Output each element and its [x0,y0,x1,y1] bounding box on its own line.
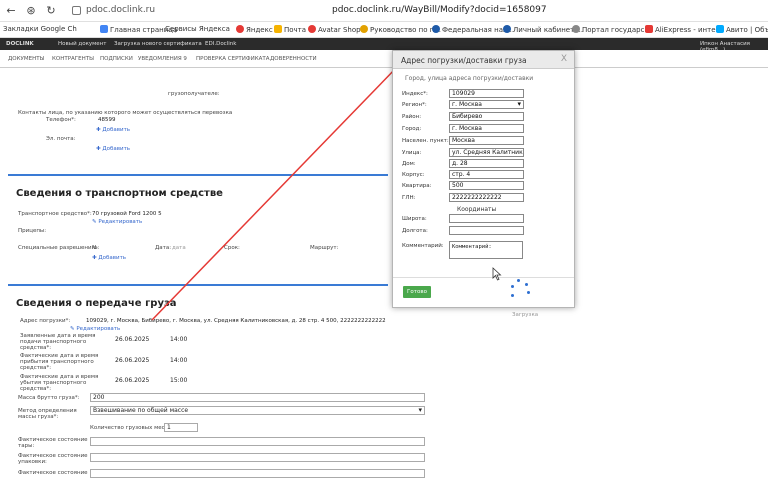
house-input[interactable]: д. 28 [449,159,524,168]
arrow-line [151,65,399,321]
loading-spinner-icon [505,279,535,299]
city-input[interactable]: г. Москва [449,124,524,133]
district-label: Район: [402,114,422,120]
spinner-dot [525,283,528,286]
mouse-cursor-icon [492,267,502,281]
comment-textarea[interactable]: Комментарий: [449,241,523,259]
postcode-label: Индекс*: [402,91,428,97]
region-label: Регион*: [402,102,427,108]
dialog-subtitle: Город, улица адреса погрузки/доставки [405,75,534,82]
gln-input[interactable]: 2222222222222 [449,193,524,202]
dialog-header: Адрес погрузки/доставки груза X [393,51,574,69]
address-dialog: Адрес погрузки/доставки груза X Город, у… [392,50,575,308]
city-label: Город: [402,126,422,132]
annotation-arrow [151,62,402,321]
spinner-dot [511,294,514,297]
longitude-input[interactable] [449,226,524,235]
settlement-label: Населен. пункт: [402,138,449,144]
coordinates-heading: Координаты [457,206,497,213]
house-label: Дом: [402,161,416,167]
settlement-input[interactable]: Москва [449,136,524,145]
street-label: Улица: [402,150,422,156]
latitude-input[interactable] [449,214,524,223]
close-icon[interactable]: X [561,54,567,64]
building-label: Корпус: [402,172,425,178]
gln-label: ГЛН: [402,195,416,201]
comment-label: Комментарий: [402,243,444,249]
latitude-label: Широта: [402,216,427,222]
spinner-dot [517,279,520,282]
longitude-label: Долгота: [402,228,428,234]
postcode-input[interactable]: 109029 [449,89,524,98]
spinner-dot [527,291,530,294]
dialog-footer-divider [393,277,574,278]
apartment-label: Квартира: [402,183,432,189]
district-input[interactable]: Бибирево [449,112,524,121]
street-input[interactable]: ул. Средняя Калитниковс [449,148,524,157]
dialog-title: Адрес погрузки/доставки груза [401,56,527,65]
done-button[interactable]: Готово [403,286,431,298]
apartment-input[interactable]: 500 [449,181,524,190]
building-input[interactable]: стр. 4 [449,170,524,179]
spinner-dot [511,285,514,288]
region-select[interactable]: г. Москва [449,100,524,109]
